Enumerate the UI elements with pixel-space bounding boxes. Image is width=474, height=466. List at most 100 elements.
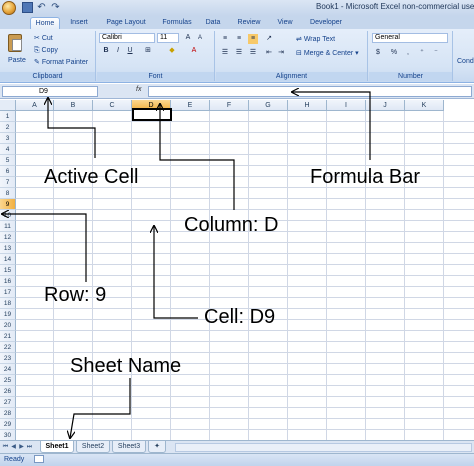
align-right-icon[interactable]: ☰: [248, 48, 258, 58]
underline-icon[interactable]: U: [125, 46, 135, 56]
row-header-24[interactable]: 24: [0, 364, 16, 375]
row-header-12[interactable]: 12: [0, 232, 16, 243]
conditional-formatting-button[interactable]: Cond: [457, 57, 474, 66]
row-header-10[interactable]: 10: [0, 210, 16, 221]
first-sheet-icon[interactable]: ⏮: [2, 443, 9, 452]
merge-center-button[interactable]: ⊟ Merge & Center ▾: [296, 49, 359, 58]
row-header-8[interactable]: 8: [0, 188, 16, 199]
comma-icon[interactable]: ,: [403, 48, 413, 58]
orientation-icon[interactable]: ↗: [264, 34, 274, 44]
row-header-18[interactable]: 18: [0, 298, 16, 309]
row-header-29[interactable]: 29: [0, 419, 16, 430]
shrink-font-icon[interactable]: A: [195, 33, 205, 43]
sheet-tab-2[interactable]: Sheet2: [76, 441, 110, 453]
sheet-tab-1[interactable]: Sheet1: [40, 441, 74, 453]
decrease-indent-icon[interactable]: ⇤: [264, 48, 274, 58]
column-header-f[interactable]: F: [210, 100, 249, 111]
copy-button[interactable]: ⎘ Copy: [34, 46, 58, 55]
currency-icon[interactable]: $: [373, 48, 383, 58]
borders-icon[interactable]: ⊞: [143, 46, 153, 56]
column-header-c[interactable]: C: [93, 100, 132, 111]
row-header-16[interactable]: 16: [0, 276, 16, 287]
row-header-7[interactable]: 7: [0, 177, 16, 188]
paste-button[interactable]: Paste: [8, 56, 26, 65]
row-header-27[interactable]: 27: [0, 397, 16, 408]
decrease-decimal-icon[interactable]: ⁻: [431, 48, 441, 58]
name-box[interactable]: D9: [2, 86, 98, 97]
column-header-b[interactable]: B: [54, 100, 93, 111]
row-header-26[interactable]: 26: [0, 386, 16, 397]
row-header-3[interactable]: 3: [0, 133, 16, 144]
row-header-28[interactable]: 28: [0, 408, 16, 419]
tab-formulas[interactable]: Formulas: [158, 17, 196, 29]
column-header-k[interactable]: K: [405, 100, 444, 111]
align-left-icon[interactable]: ☰: [220, 48, 230, 58]
row-header-23[interactable]: 23: [0, 353, 16, 364]
increase-indent-icon[interactable]: ⇥: [276, 48, 286, 58]
fx-icon[interactable]: fx: [136, 86, 141, 93]
grow-font-icon[interactable]: A: [183, 33, 193, 43]
row-header-9[interactable]: 9: [0, 199, 16, 210]
italic-icon[interactable]: I: [113, 46, 123, 56]
row-header-30[interactable]: 30: [0, 430, 16, 440]
row-header-15[interactable]: 15: [0, 265, 16, 276]
horizontal-scrollbar[interactable]: [175, 443, 472, 452]
macro-record-icon[interactable]: [34, 455, 45, 464]
row-header-5[interactable]: 5: [0, 155, 16, 166]
align-top-icon[interactable]: ≡: [220, 34, 230, 44]
format-painter-button[interactable]: ✎ Format Painter: [34, 58, 88, 67]
align-bottom-icon[interactable]: ≡: [248, 34, 258, 44]
tab-page-layout[interactable]: Page Layout: [98, 17, 154, 29]
number-format-combo[interactable]: General: [372, 33, 448, 43]
column-header-e[interactable]: E: [171, 100, 210, 111]
row-header-6[interactable]: 6: [0, 166, 16, 177]
cut-button[interactable]: ✂ Cut: [34, 34, 53, 43]
tab-developer[interactable]: Developer: [304, 17, 348, 29]
row-header-25[interactable]: 25: [0, 375, 16, 386]
row-header-20[interactable]: 20: [0, 320, 16, 331]
office-button[interactable]: [2, 1, 16, 15]
save-icon[interactable]: [22, 2, 33, 13]
align-middle-icon[interactable]: ≡: [234, 34, 244, 44]
insert-sheet-icon[interactable]: ✦: [148, 441, 166, 453]
formula-input[interactable]: [148, 86, 472, 97]
row-header-11[interactable]: 11: [0, 221, 16, 232]
prev-sheet-icon[interactable]: ◀: [10, 443, 17, 452]
next-sheet-icon[interactable]: ▶: [18, 443, 25, 452]
tab-review[interactable]: Review: [232, 17, 266, 29]
column-header-h[interactable]: H: [288, 100, 327, 111]
row-header-14[interactable]: 14: [0, 254, 16, 265]
row-header-4[interactable]: 4: [0, 144, 16, 155]
row-header-21[interactable]: 21: [0, 331, 16, 342]
font-size-combo[interactable]: 11: [157, 33, 179, 43]
row-header-2[interactable]: 2: [0, 122, 16, 133]
tab-data[interactable]: Data: [200, 17, 226, 29]
row-header-22[interactable]: 22: [0, 342, 16, 353]
last-sheet-icon[interactable]: ⏭: [26, 443, 33, 452]
row-header-19[interactable]: 19: [0, 309, 16, 320]
redo-icon[interactable]: ↷: [50, 2, 61, 13]
tab-view[interactable]: View: [272, 17, 298, 29]
select-all-corner[interactable]: [0, 100, 16, 111]
column-header-g[interactable]: G: [249, 100, 288, 111]
active-cell-d9[interactable]: [132, 108, 172, 121]
column-header-i[interactable]: I: [327, 100, 366, 111]
font-name-combo[interactable]: Calibri: [99, 33, 155, 43]
row-header-1[interactable]: 1: [0, 111, 16, 122]
column-header-j[interactable]: J: [366, 100, 405, 111]
tab-insert[interactable]: Insert: [64, 17, 94, 29]
percent-icon[interactable]: %: [389, 48, 399, 58]
column-header-a[interactable]: A: [16, 100, 54, 111]
undo-icon[interactable]: ↶: [36, 2, 47, 13]
wrap-text-button[interactable]: ⇌ Wrap Text: [296, 35, 335, 44]
increase-decimal-icon[interactable]: ⁺: [417, 48, 427, 58]
fill-color-icon[interactable]: ◆: [167, 46, 177, 56]
bold-icon[interactable]: B: [101, 46, 111, 56]
sheet-tab-3[interactable]: Sheet3: [112, 441, 146, 453]
tab-home[interactable]: Home: [30, 17, 60, 29]
worksheet-grid[interactable]: ABCDEFGHIJK 1 2 3 4 5 6 7 8 9 10 11 12 13 14 15 16 17 18 1…: [0, 100, 474, 440]
row-header-17[interactable]: 17: [0, 287, 16, 298]
font-color-icon[interactable]: A: [189, 46, 199, 56]
row-header-13[interactable]: 13: [0, 243, 16, 254]
align-center-icon[interactable]: ☰: [234, 48, 244, 58]
